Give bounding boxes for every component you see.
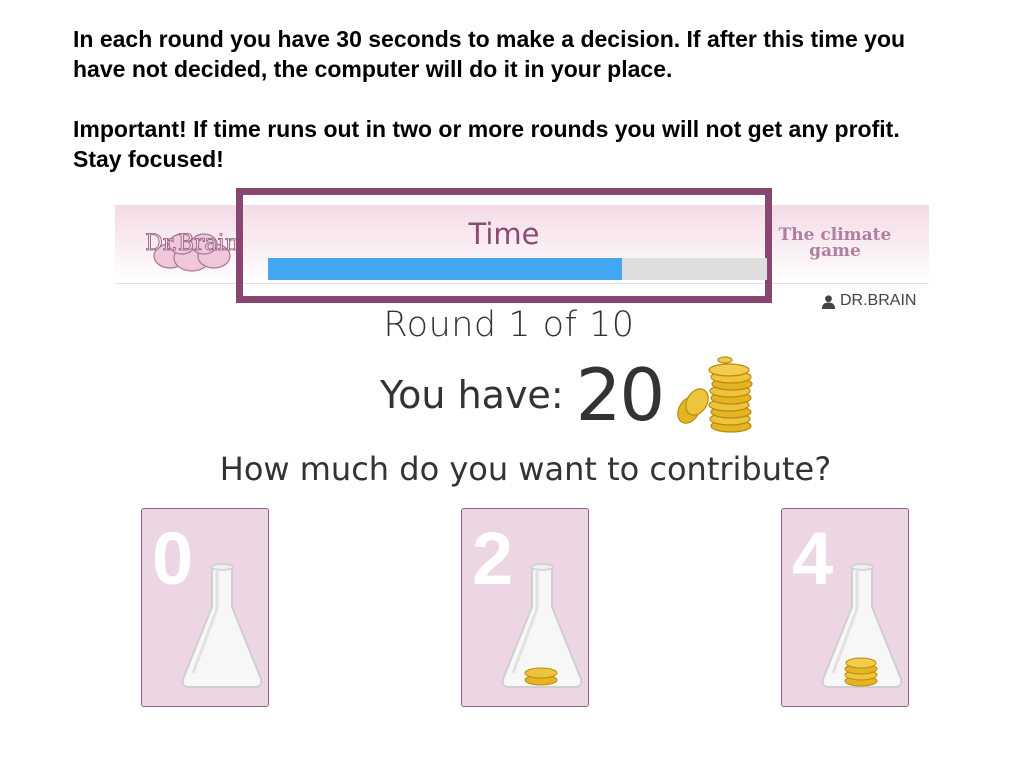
contribute-2-card[interactable]: 2: [461, 508, 589, 707]
game-title-line2: game: [809, 241, 861, 261]
instruction-warning: Important! If time runs out in two or mo…: [73, 116, 900, 172]
timer-progress-bar: [268, 258, 767, 280]
game-title: The climate game: [772, 227, 898, 261]
contribute-0-card[interactable]: 0: [141, 508, 269, 707]
balance-row: You have: 20: [380, 353, 763, 437]
flask-empty-icon: [181, 563, 263, 688]
dr-brain-logo: Dr.Brain: [146, 231, 238, 272]
round-text: Round 1 of 10: [383, 305, 635, 345]
balance-value: 20: [575, 353, 666, 437]
instruction-timer: In each round you have 30 seconds to mak…: [73, 26, 906, 82]
coin-stack-icon: [677, 356, 753, 433]
flask-coins-icon: [821, 563, 903, 688]
timer-progress-fill: [268, 258, 623, 280]
flask-coins-icon: [501, 563, 583, 688]
balance-label: You have:: [380, 373, 564, 417]
svg-text:Dr.Brain: Dr.Brain: [146, 231, 238, 256]
contribute-4-card[interactable]: 4: [781, 508, 909, 707]
timer-label: Time: [468, 217, 540, 251]
instructions-text: In each round you have 30 seconds to mak…: [73, 24, 953, 174]
timer-highlight: Time: [236, 188, 772, 303]
round-counter: Round 1 of 10: [0, 305, 1024, 345]
contribution-question: How much do you want to contribute?: [219, 450, 832, 488]
